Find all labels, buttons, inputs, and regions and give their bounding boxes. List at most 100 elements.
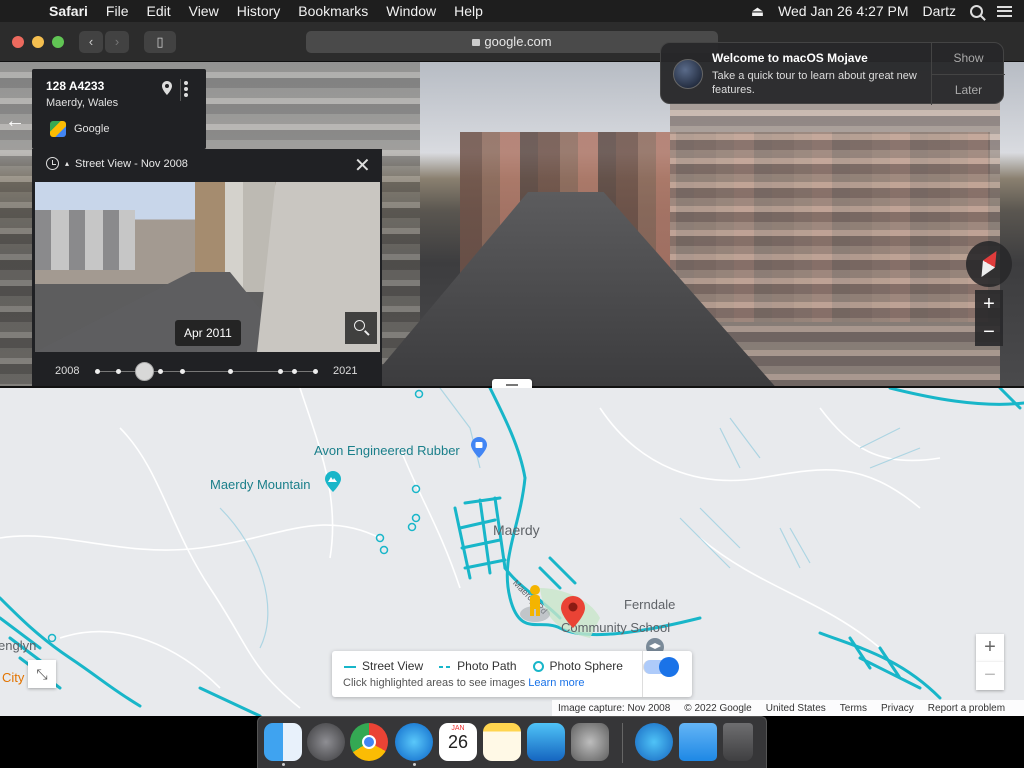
more-options-icon[interactable] (184, 81, 188, 97)
map-zoom-in-button[interactable]: + (976, 634, 1004, 662)
url-text: google.com (484, 34, 552, 49)
map-label-englyn[interactable]: englyn (0, 638, 36, 653)
compass-button[interactable] (966, 241, 1012, 287)
sidebar-toggle-icon[interactable]: ▯ (144, 31, 176, 53)
app-store-folder-icon[interactable] (635, 723, 673, 761)
country-link[interactable]: United States (766, 703, 826, 714)
menu-file[interactable]: File (97, 3, 138, 19)
street-view-line-icon (344, 665, 356, 668)
coverage-legend: Street View Photo Path Photo Sphere Clic… (332, 651, 692, 697)
zoom-preview-button[interactable] (345, 312, 377, 344)
timeline-header[interactable]: ▴ Street View - Nov 2008 (46, 157, 188, 170)
close-window-button[interactable] (12, 36, 24, 48)
street-view-zoom-out-button[interactable]: − (975, 318, 1003, 346)
street-view-zoom-in-button[interactable]: + (975, 290, 1003, 318)
finder-icon[interactable] (264, 723, 302, 761)
menu-view[interactable]: View (180, 3, 228, 19)
legend-street-view-label: Street View (362, 659, 424, 673)
report-problem-link[interactable]: Report a problem (928, 703, 1005, 714)
map-zoom-out-button[interactable]: − (976, 662, 1004, 690)
photo-path-dash-icon (439, 665, 452, 668)
google-maps-icon (50, 121, 66, 137)
learn-more-link[interactable]: Learn more (528, 677, 584, 689)
terms-link[interactable]: Terms (840, 703, 867, 714)
timeline-tick[interactable] (292, 369, 297, 374)
address-card: 128 A4233 Maerdy, Wales Google (32, 69, 206, 149)
shopping-bag-icon[interactable] (470, 436, 488, 458)
downloads-folder-icon[interactable] (679, 723, 717, 761)
timeline-tick[interactable] (278, 369, 283, 374)
legend-hint: Click highlighted areas to see images (343, 677, 526, 689)
notification-show-button[interactable]: Show (932, 43, 1005, 74)
map-pane[interactable]: Avon Engineered Rubber Maerdy Mountain M… (0, 388, 1024, 716)
menu-history[interactable]: History (228, 3, 290, 19)
address-bar[interactable]: google.com (306, 31, 718, 53)
menu-window[interactable]: Window (377, 3, 445, 19)
legend-photo-path: Photo Path (439, 659, 517, 673)
timeline-tick[interactable] (95, 369, 100, 374)
menu-clock[interactable]: Wed Jan 26 4:27 PM (778, 3, 908, 19)
map-pin-icon[interactable] (162, 81, 172, 95)
dock: JAN 26 (257, 716, 767, 768)
menu-bookmarks[interactable]: Bookmarks (289, 3, 377, 19)
notification-center-icon[interactable] (997, 5, 1012, 17)
timeline-tick[interactable] (228, 369, 233, 374)
legend-street-view: Street View (344, 659, 423, 673)
timeline-tick[interactable] (313, 369, 318, 374)
eject-icon[interactable]: ⏏ (751, 3, 764, 20)
timeline-tick[interactable] (116, 369, 121, 374)
lock-icon (472, 39, 481, 46)
timeline-tick[interactable] (158, 369, 163, 374)
location-pin-icon[interactable] (560, 594, 586, 628)
close-icon[interactable]: ✕ (354, 153, 371, 178)
timeline-slider[interactable]: 2008 2021 (32, 359, 382, 385)
history-clock-icon (46, 157, 59, 170)
system-preferences-icon[interactable] (571, 723, 609, 761)
mountain-pin-icon[interactable] (324, 470, 342, 492)
coverage-toggle[interactable] (643, 657, 679, 677)
timeline-tick[interactable] (180, 369, 185, 374)
compass-needle-icon (975, 248, 1002, 281)
map-label-avon[interactable]: Avon Engineered Rubber (314, 443, 460, 458)
trash-icon[interactable] (723, 723, 753, 761)
back-button[interactable]: ‹ (79, 31, 103, 53)
macos-notification[interactable]: Welcome to macOS Mojave Take a quick tou… (660, 42, 1005, 105)
menu-help[interactable]: Help (445, 3, 492, 19)
chrome-icon[interactable] (350, 723, 388, 761)
map-label-mountain[interactable]: Maerdy Mountain (210, 477, 310, 492)
street-view-timeline-panel: ▴ Street View - Nov 2008 ✕ Apr 2011 2008… (32, 149, 382, 395)
map-label-city[interactable]: City (2, 670, 24, 685)
minimize-window-button[interactable] (32, 36, 44, 48)
zoom-window-button[interactable] (52, 36, 64, 48)
notes-icon[interactable] (483, 723, 521, 761)
map-label-maerdy[interactable]: Maerdy (493, 522, 540, 538)
notification-title: Welcome to macOS Mojave (712, 51, 868, 65)
map-label-ferndale[interactable]: Ferndale (624, 597, 675, 612)
menu-edit[interactable]: Edit (137, 3, 179, 19)
preview-date-label: Apr 2011 (175, 320, 241, 346)
spotlight-search-icon[interactable] (970, 4, 983, 18)
menu-app-name[interactable]: Safari (40, 3, 97, 19)
calendar-month: JAN (451, 725, 465, 732)
timeline-track[interactable] (97, 371, 317, 372)
safari-icon[interactable] (395, 723, 433, 761)
launchpad-icon[interactable] (307, 723, 345, 761)
privacy-link[interactable]: Privacy (881, 703, 914, 714)
timeline-slider-handle[interactable] (135, 362, 155, 381)
legend-photo-sphere: Photo Sphere (532, 659, 623, 673)
calendar-icon[interactable]: JAN 26 (439, 723, 477, 761)
mojave-icon (673, 59, 703, 89)
timeline-preview-image[interactable]: Apr 2011 (35, 182, 380, 352)
back-arrow-icon[interactable]: ← (0, 110, 30, 136)
app-store-icon[interactable] (527, 723, 565, 761)
toggle-knob (659, 657, 679, 677)
collapse-map-icon[interactable]: ⤡ (28, 660, 56, 688)
notification-body: Take a quick tour to learn about great n… (712, 70, 917, 96)
menu-bar: Safari File Edit View History Bookmarks … (0, 0, 1024, 22)
pegman-icon[interactable] (519, 584, 551, 624)
copyright-text: © 2022 Google (684, 702, 752, 714)
forward-button[interactable]: › (105, 31, 129, 53)
notification-later-button[interactable]: Later (932, 74, 1005, 105)
menu-user[interactable]: Dartz (923, 3, 956, 19)
magnify-icon (354, 320, 365, 331)
